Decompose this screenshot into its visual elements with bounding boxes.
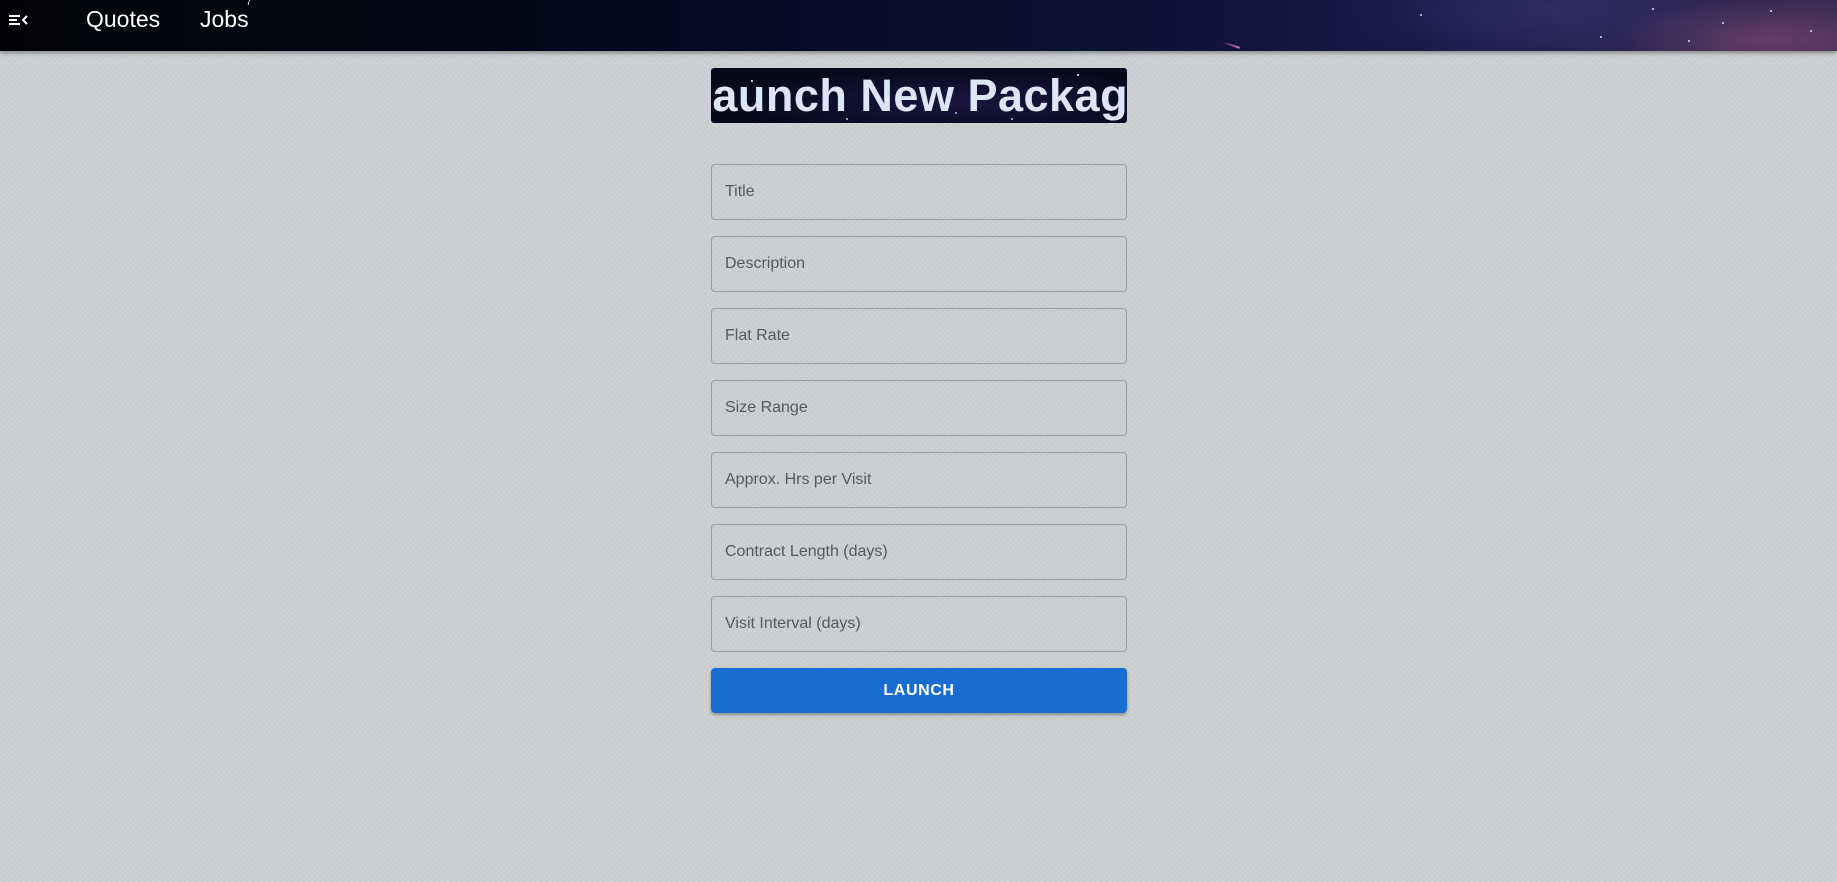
navbar-star — [1688, 40, 1690, 42]
nav-link-jobs[interactable]: Jobs — [200, 6, 249, 33]
navbar-star — [1810, 30, 1812, 32]
visit-interval-input[interactable] — [711, 596, 1127, 652]
navbar-star — [1652, 8, 1654, 10]
jobs-count-badge: 7 — [246, 0, 252, 8]
flat-rate-input[interactable] — [711, 308, 1127, 364]
description-input[interactable] — [711, 236, 1127, 292]
approx-hrs-per-visit-input[interactable] — [711, 452, 1127, 508]
navbar-star — [1722, 22, 1724, 24]
launch-button[interactable]: LAUNCH — [711, 668, 1127, 713]
menu-collapse-icon[interactable] — [8, 12, 28, 28]
contract-length-input[interactable] — [711, 524, 1127, 580]
size-range-input[interactable] — [711, 380, 1127, 436]
page-title-banner: Launch New Package — [711, 68, 1127, 123]
shooting-star — [1222, 41, 1240, 49]
title-input[interactable] — [711, 164, 1127, 220]
navbar-star — [1420, 14, 1422, 16]
page-title: Launch New Package — [711, 69, 1127, 121]
launch-package-form: LAUNCH — [711, 164, 1127, 713]
nav-link-quotes[interactable]: Quotes — [86, 6, 160, 33]
navbar-star — [1770, 10, 1772, 12]
navbar-star — [1600, 36, 1602, 38]
top-navbar: Quotes Jobs 7 — [0, 0, 1837, 51]
